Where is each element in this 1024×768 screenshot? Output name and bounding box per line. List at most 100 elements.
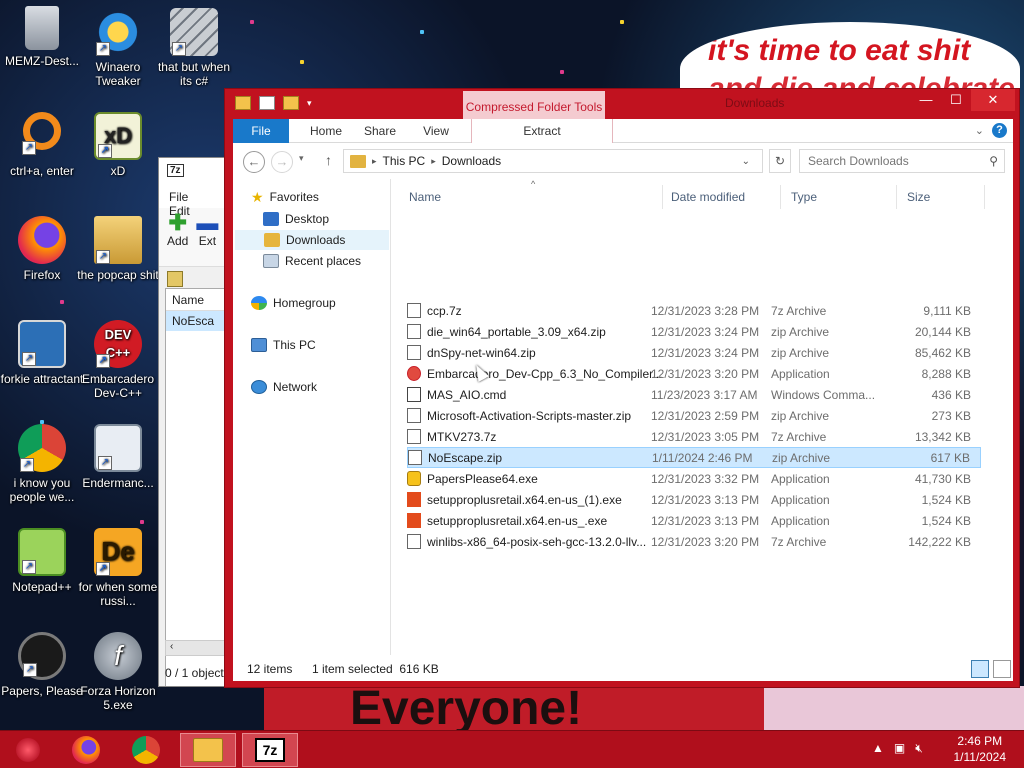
file-row[interactable]: winlibs-x86_64-posix-seh-gcc-13.2.0-llv.… <box>407 531 981 552</box>
file-row-selected[interactable]: NoEscape.zip 1/11/2024 2:46 PM zip Archi… <box>407 447 981 468</box>
column-header-date[interactable]: Date modified <box>661 185 781 209</box>
file-name: setupproplusretail.x64.en-us_.exe <box>427 513 608 528</box>
column-header-type[interactable]: Type <box>781 185 897 209</box>
properties-icon[interactable] <box>259 96 275 110</box>
refresh-button[interactable]: ↻ <box>769 149 791 173</box>
nav-favorites[interactable]: ★ Favorites <box>251 187 319 207</box>
network-icon[interactable]: ▣ <box>894 741 905 756</box>
forward-button[interactable]: → <box>271 151 293 173</box>
address-bar[interactable]: ▸ This PC ▸ Downloads ⌄ <box>343 149 763 173</box>
nav-network[interactable]: Network <box>251 377 317 397</box>
address-dropdown-icon[interactable]: ⌄ <box>742 156 750 167</box>
desktop-icon-endermanch[interactable]: ↗ Endermanc... <box>76 424 160 490</box>
help-icon[interactable]: ? <box>992 123 1007 138</box>
file-name: setupproplusretail.x64.en-us_(1).exe <box>427 492 622 507</box>
back-button[interactable]: ← <box>243 151 265 173</box>
nav-downloads[interactable]: Downloads <box>235 230 389 250</box>
taskbar-file-explorer[interactable] <box>180 733 236 767</box>
tab-compressed-folder-tools[interactable]: Compressed Folder Tools <box>463 91 605 119</box>
file-row[interactable]: Embarcadero_Dev-Cpp_6.3_No_Compiler... 1… <box>407 363 981 384</box>
clock[interactable]: 2:46 PM 1/11/2024 <box>954 733 1007 765</box>
shortcut-arrow-icon: ↗ <box>98 456 112 470</box>
nav-recent-places[interactable]: Recent places <box>263 251 361 271</box>
desktop-icon-winaero[interactable]: ↗ Winaero Tweaker <box>76 8 160 88</box>
taskbar-7zip[interactable]: 7z <box>242 733 298 767</box>
file-row[interactable]: setupproplusretail.x64.en-us_(1).exe 12/… <box>407 489 981 510</box>
file-name: MTKV273.7z <box>427 429 497 444</box>
file-size: 13,342 KB <box>914 429 971 444</box>
horizontal-scrollbar[interactable]: ‹ <box>165 640 229 656</box>
desktop-icon-ctrl-a[interactable]: ↗ ctrl+a, enter <box>0 112 84 178</box>
desktop-icon-papers-please[interactable]: ↗ Papers, Please <box>0 632 84 698</box>
breadcrumb-this-pc[interactable]: This PC <box>383 154 426 168</box>
customize-qat-icon[interactable]: ▾ <box>307 98 312 109</box>
confetti <box>300 60 304 64</box>
sevenzip-titlebar[interactable]: 7z <box>159 158 229 186</box>
file-row[interactable]: dnSpy-net-win64.zip 12/31/2023 3:24 PM z… <box>407 342 981 363</box>
tab-extract[interactable]: Extract <box>471 119 613 143</box>
desktop-icon-i-know[interactable]: ↗ i know you people we... <box>0 424 84 504</box>
search-input[interactable] <box>800 150 980 172</box>
desktop-icon-forkie[interactable]: ↗ forkie attractant <box>0 320 84 386</box>
nav-this-pc[interactable]: This PC <box>251 335 316 355</box>
tab-file[interactable]: File <box>233 119 289 143</box>
minimize-button[interactable]: — <box>911 89 941 111</box>
desktop-icon-that-but-when[interactable]: ↗ that but when its c# <box>152 8 236 88</box>
nav-homegroup[interactable]: Homegroup <box>251 293 336 313</box>
recent-locations-icon[interactable]: ▾ <box>299 153 304 164</box>
desktop-icon-devcpp[interactable]: DEV C++ ↗ Embarcadero Dev-C++ <box>76 320 160 400</box>
list-item[interactable]: NoEsca <box>166 311 229 331</box>
explorer-titlebar[interactable]: ▾ Compressed Folder Tools Downloads — ☐ … <box>225 89 1019 119</box>
file-row[interactable]: ccp.7z 12/31/2023 3:28 PM 7z Archive 9,1… <box>407 300 981 321</box>
sevenzip-status: 0 / 1 object <box>165 666 224 680</box>
popcap-folder-icon: ↗ <box>94 216 142 264</box>
nav-desktop[interactable]: Desktop <box>263 209 329 229</box>
taskbar-firefox[interactable] <box>58 733 114 767</box>
desktop-icon-firefox[interactable]: Firefox <box>0 216 84 282</box>
up-button[interactable]: ↑ <box>325 152 332 168</box>
column-header-name[interactable]: Name <box>399 185 663 209</box>
nav-label: This PC <box>273 338 316 352</box>
file-type: Application <box>771 471 830 486</box>
downloads-folder-icon <box>350 154 366 168</box>
folder-down-icon[interactable] <box>235 96 251 110</box>
file-row[interactable]: setupproplusretail.x64.en-us_.exe 12/31/… <box>407 510 981 531</box>
desktop-icon-xd[interactable]: xD ↗ xD <box>76 112 160 178</box>
file-row[interactable]: MTKV273.7z 12/31/2023 3:05 PM 7z Archive… <box>407 426 981 447</box>
expand-ribbon-icon[interactable]: ⌄ <box>975 124 984 137</box>
column-header-size[interactable]: Size <box>897 185 985 209</box>
volume-muted-icon[interactable]: 🔇︎ <box>915 741 923 756</box>
file-row[interactable]: PapersPlease64.exe 12/31/2023 3:32 PM Ap… <box>407 468 981 489</box>
desktop-icon-memz[interactable]: MEMZ-Dest... <box>0 6 84 68</box>
column-name[interactable]: Name <box>166 289 229 311</box>
start-button[interactable] <box>0 733 56 767</box>
taskbar-chrome[interactable] <box>118 733 174 767</box>
large-icons-view-button[interactable] <box>993 660 1011 678</box>
nav-label: Homegroup <box>273 296 336 310</box>
explorer-window[interactable]: ▾ Compressed Folder Tools Downloads — ☐ … <box>224 88 1020 688</box>
menu-file[interactable]: File <box>169 190 188 204</box>
desktop-icon-for-when[interactable]: De ↗ for when some russi... <box>76 528 160 608</box>
add-button[interactable]: ✚ Add <box>167 212 188 249</box>
file-row[interactable]: MAS_AIO.cmd 11/23/2023 3:17 AM Windows C… <box>407 384 981 405</box>
close-button[interactable]: ✕ <box>971 89 1015 111</box>
file-date: 12/31/2023 3:13 PM <box>651 513 760 528</box>
breadcrumb-downloads[interactable]: Downloads <box>442 154 501 168</box>
file-row[interactable]: Microsoft-Activation-Scripts-master.zip … <box>407 405 981 426</box>
maximize-button[interactable]: ☐ <box>941 89 971 111</box>
tab-home[interactable]: Home <box>303 119 349 143</box>
desktop-icon-forza[interactable]: f Forza Horizon 5.exe <box>76 632 160 712</box>
sevenzip-window[interactable]: 7z File Edit ✚ Add ▬ Ext Name NoEsca ‹ 0… <box>158 157 230 687</box>
desktop-icon-notepadpp[interactable]: ↗ Notepad++ <box>0 528 84 594</box>
desktop-icon-popcap[interactable]: ↗ the popcap shit <box>76 216 160 282</box>
details-view-button[interactable] <box>971 660 989 678</box>
file-row[interactable]: die_win64_portable_3.09_x64.zip 12/31/20… <box>407 321 981 342</box>
tab-share[interactable]: Share <box>357 119 403 143</box>
extract-button[interactable]: ▬ Ext <box>196 212 218 249</box>
new-folder-icon[interactable] <box>283 96 299 110</box>
search-box[interactable]: ⚲ <box>799 149 1005 173</box>
show-hidden-icons-icon[interactable]: ▲ <box>872 741 884 756</box>
up-folder-icon[interactable] <box>167 271 183 287</box>
tab-view[interactable]: View <box>413 119 459 143</box>
desktop-icon-label: Embarcadero Dev-C++ <box>81 372 155 400</box>
